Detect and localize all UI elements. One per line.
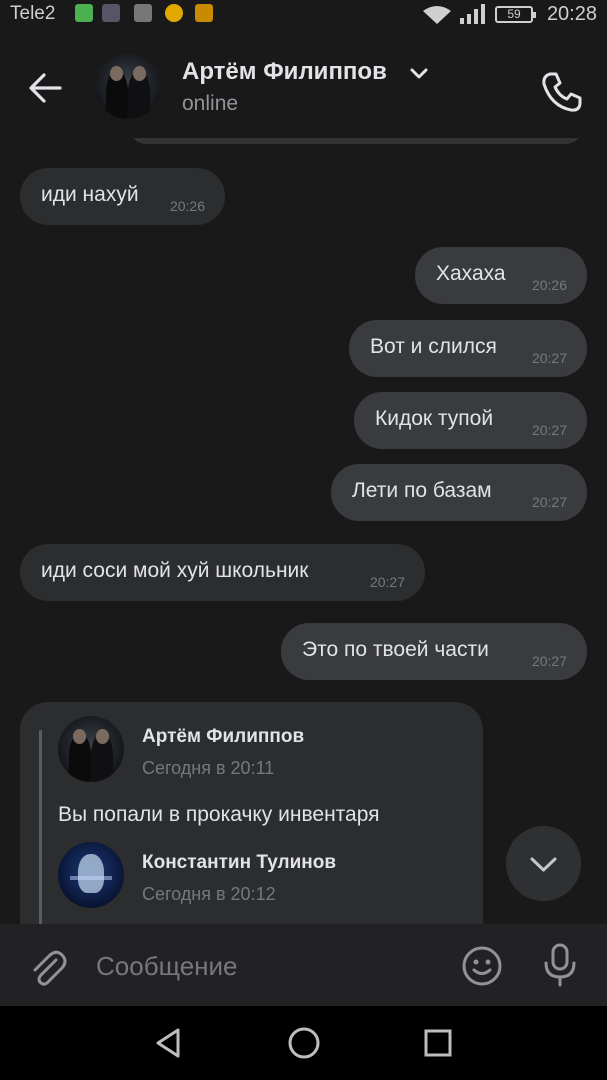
wifi-icon <box>423 6 451 24</box>
message-time: 20:27 <box>531 653 567 669</box>
message-time: 20:27 <box>531 494 567 510</box>
nav-recents-icon[interactable] <box>420 1025 456 1061</box>
back-arrow-icon[interactable] <box>22 68 74 108</box>
message-input[interactable] <box>96 946 436 986</box>
battery-icon: 59 <box>495 6 536 23</box>
forwarded-text: Вы попали в прокачку инвентаря <box>58 803 380 826</box>
message-bubble-outgoing[interactable]: Хахаха 20:26 <box>415 247 587 304</box>
game-notification-icon <box>165 4 183 22</box>
smiley-icon[interactable] <box>460 944 504 988</box>
paperclip-icon[interactable] <box>26 946 70 990</box>
message-text: Это по твоей части <box>302 638 489 661</box>
message-time: 20:27 <box>531 422 567 438</box>
scroll-down-button[interactable] <box>506 826 581 901</box>
forward-quote-line <box>39 730 42 950</box>
microphone-icon[interactable] <box>540 942 580 988</box>
sh-notification-icon <box>195 4 213 22</box>
message-time: 20:26 <box>169 198 205 214</box>
message-bubble-outgoing[interactable]: Это по твоей части 20:27 <box>281 623 587 680</box>
message-bubble-outgoing[interactable]: Вот и слился 20:27 <box>349 320 587 377</box>
forwarded-date: Сегодня в 20:11 <box>142 758 275 778</box>
message-bubble-outgoing[interactable]: Кидок тупой 20:27 <box>354 392 587 449</box>
message-text: Вот и слился <box>370 335 497 358</box>
forwarded-messages-bubble[interactable]: Артём Филиппов Сегодня в 20:11 Вы попали… <box>20 702 483 950</box>
app-notification-icon <box>102 4 120 22</box>
chat-header: Артём Филиппов online <box>0 30 607 138</box>
message-time: 20:27 <box>531 350 567 366</box>
clock: 20:28 <box>546 3 597 25</box>
status-bar: Tele2 59 20:28 <box>0 0 607 30</box>
message-text: иди соси мой хуй школьник <box>41 559 309 582</box>
chevron-down-icon[interactable] <box>408 66 430 82</box>
forwarded-author-name[interactable]: Артём Филиппов <box>142 726 304 748</box>
signal-icon <box>460 4 485 24</box>
contact-status: online <box>182 92 239 115</box>
contact-name[interactable]: Артём Филиппов <box>182 58 387 86</box>
message-composer <box>0 924 607 1006</box>
system-navigation-bar <box>0 1006 607 1080</box>
forwarded-date: Сегодня в 20:12 <box>142 884 276 904</box>
message-bubble-outgoing[interactable]: Лети по базам 20:27 <box>331 464 587 521</box>
message-time: 20:27 <box>369 574 405 590</box>
phone-icon[interactable] <box>537 66 587 116</box>
contact-avatar[interactable] <box>95 53 161 119</box>
message-text: Кидок тупой <box>375 407 494 430</box>
image-notification-icon <box>134 4 152 22</box>
forwarded-author-avatar[interactable] <box>58 716 124 782</box>
message-bubble-incoming[interactable]: иди нахуй 20:26 <box>20 168 225 225</box>
nav-home-icon[interactable] <box>286 1025 322 1061</box>
message-text: иди нахуй <box>41 183 139 206</box>
forwarded-author-avatar[interactable] <box>58 842 124 908</box>
nav-back-icon[interactable] <box>150 1025 186 1061</box>
message-text: Лети по базам <box>352 479 492 502</box>
message-time: 20:26 <box>531 277 567 293</box>
forwarded-author-name[interactable]: Константин Тулинов <box>142 852 336 874</box>
message-bubble-incoming[interactable]: иди соси мой хуй школьник 20:27 <box>20 544 425 601</box>
shield-notification-icon <box>75 4 93 22</box>
message-text: Хахаха <box>436 262 506 285</box>
carrier-label: Tele2 <box>10 3 56 24</box>
